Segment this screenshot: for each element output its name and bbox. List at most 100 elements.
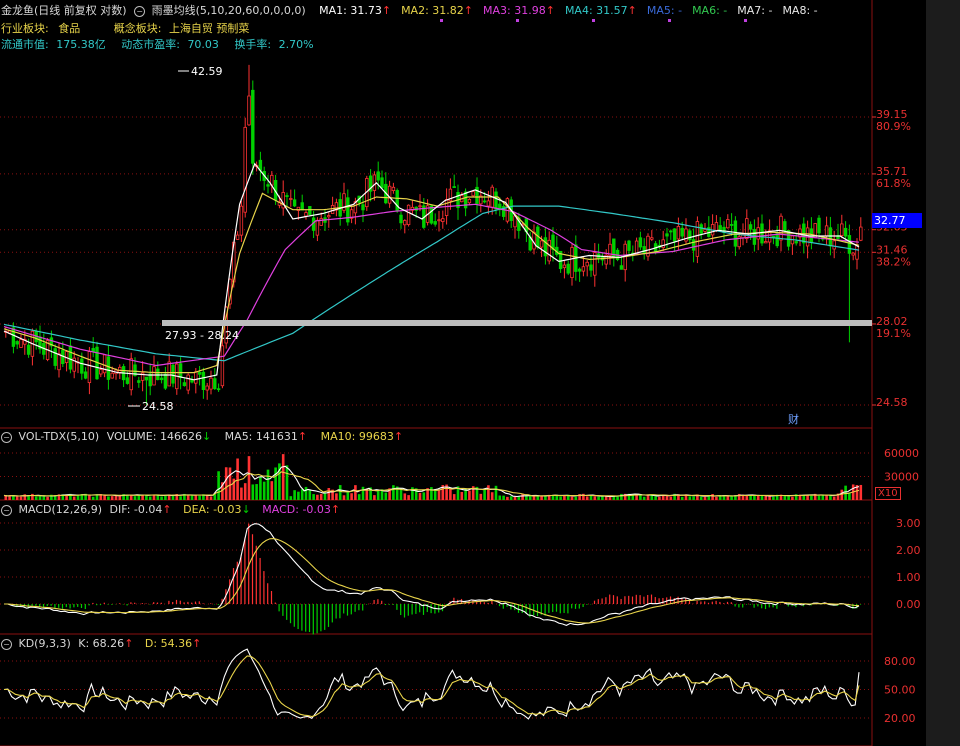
candle-body	[855, 244, 859, 260]
candle-body	[680, 227, 684, 237]
volume-bar	[240, 487, 243, 500]
volume-bar	[323, 493, 327, 500]
volume-indicator-name[interactable]: VOL-TDX(5,10)	[19, 430, 100, 443]
volume-bar	[293, 490, 296, 500]
volume-bar	[498, 495, 502, 500]
volume-bar	[373, 495, 376, 500]
candle-body	[372, 174, 377, 191]
candle-body	[315, 219, 320, 236]
candle-body	[703, 228, 707, 232]
volume-bar	[563, 495, 566, 500]
volume-bar	[361, 486, 365, 500]
volume-bar	[468, 490, 471, 500]
volume-bar	[179, 496, 182, 500]
volume-bar	[601, 496, 604, 500]
volume-bar	[528, 495, 532, 500]
candle-body	[243, 126, 247, 213]
candle-body	[220, 345, 225, 387]
volume-ma5-arrow: ↑	[297, 430, 308, 443]
volume-bar	[646, 495, 650, 500]
candle-body	[110, 372, 114, 379]
kd-tick-label: 20.00	[884, 712, 916, 725]
volume-bar	[171, 496, 175, 500]
macd-switch-icon[interactable]: −	[1, 505, 12, 516]
kd-d-line	[3, 655, 860, 718]
volume-bar	[734, 496, 737, 500]
kd-switch-icon[interactable]: −	[1, 639, 12, 650]
candle-body	[156, 368, 160, 381]
candle-body	[832, 240, 836, 250]
macd-tick-label: 1.00	[896, 571, 921, 584]
candle-body	[99, 369, 103, 375]
volume-bar	[259, 477, 262, 500]
volume-bar	[707, 496, 711, 500]
candle-body	[486, 200, 491, 207]
high-mark-label: 42.59	[191, 65, 223, 78]
volume-bar	[209, 496, 213, 500]
candle-body	[824, 225, 829, 237]
volume-unit: X10	[878, 488, 898, 499]
macd-tick-label: 0.00	[896, 598, 921, 611]
finance-tag[interactable]: 财	[788, 412, 799, 426]
volume-bar	[316, 494, 319, 500]
volume-bar	[711, 494, 714, 500]
volume-bar	[490, 492, 494, 500]
candle-body	[718, 225, 722, 231]
candle-body	[26, 344, 31, 355]
volume-bar	[88, 495, 91, 500]
volume-bar	[559, 496, 562, 500]
volume-bar	[15, 496, 19, 500]
volume-bar	[604, 496, 608, 500]
candle-body	[152, 366, 156, 386]
volume-bar	[654, 496, 657, 500]
volume-bar	[53, 496, 57, 500]
volume-bar	[597, 496, 600, 500]
candle-body	[779, 215, 783, 241]
candle-body	[235, 234, 240, 240]
volume-bar	[844, 485, 847, 500]
candle-body	[581, 266, 586, 272]
candle-body	[399, 214, 403, 224]
candle-body	[547, 239, 551, 262]
volume-bar	[460, 492, 464, 500]
kd-k-line	[3, 648, 860, 720]
volume-bar	[487, 485, 490, 500]
macd-header: − MACD(12,26,9) DIF: -0.04↑ DEA: -0.03↓ …	[1, 503, 340, 517]
volume-bar	[304, 486, 308, 500]
kd-indicator-name[interactable]: KD(9,3,3)	[19, 637, 71, 650]
volume-bar	[483, 488, 486, 500]
candle-body	[570, 247, 574, 279]
candlestick-chart[interactable]: 39.1580.9%35.7161.8%32.6331.4638.2%28.02…	[0, 0, 926, 746]
candle-body	[239, 205, 244, 236]
support-band-label: 27.93 - 28.24	[165, 329, 239, 342]
volume-bar	[532, 496, 536, 500]
macd-indicator-name[interactable]: MACD(12,26,9)	[19, 503, 103, 516]
volume-bar	[350, 493, 353, 500]
volume-bar	[31, 493, 34, 500]
candle-body	[289, 198, 293, 200]
volume-bar	[308, 489, 312, 500]
candle-body	[163, 373, 168, 389]
candle-body	[361, 204, 365, 211]
volume-switch-icon[interactable]: −	[1, 432, 12, 443]
support-band[interactable]	[162, 320, 872, 326]
macd-value-arrow: ↑	[330, 503, 341, 516]
candle-body	[577, 268, 582, 272]
candle-body	[672, 228, 677, 242]
candle-body	[494, 191, 498, 210]
candle-body	[319, 218, 323, 226]
candle-body	[748, 224, 753, 230]
volume-bar	[110, 496, 114, 500]
candle-body	[251, 89, 255, 164]
candle-body	[327, 215, 331, 218]
volume-bar	[236, 458, 239, 500]
candle-body	[194, 371, 198, 384]
volume-bar	[262, 481, 266, 500]
volume-bar	[715, 496, 718, 500]
kd-tick-label: 80.00	[884, 655, 916, 668]
candle-body	[53, 348, 57, 366]
candle-body	[729, 224, 734, 226]
volume-bar	[251, 484, 255, 500]
volume-ma5: MA5: 141631	[224, 430, 298, 443]
candle-body	[539, 240, 544, 248]
